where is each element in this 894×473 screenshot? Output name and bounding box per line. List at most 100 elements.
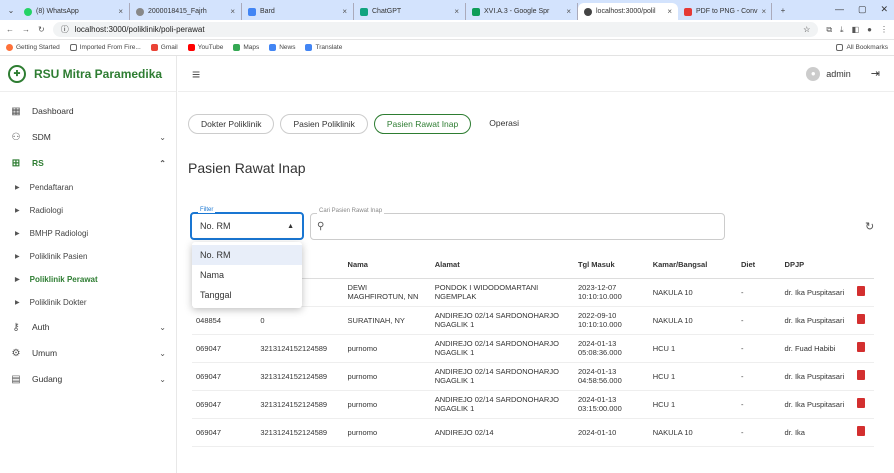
refresh-icon[interactable]: ↻ bbox=[865, 220, 874, 233]
crumb-pasien-poliklinik[interactable]: Pasien Poliklinik bbox=[280, 114, 368, 134]
sidebar-item-sdm[interactable]: ⚇ SDM ⌄ bbox=[0, 124, 176, 150]
filter-option-nama[interactable]: Nama bbox=[192, 265, 302, 285]
main-content: Dokter Poliklinik Pasien Poliklinik Pasi… bbox=[178, 92, 894, 473]
crumb-operasi[interactable]: Operasi bbox=[477, 114, 532, 134]
delete-icon[interactable] bbox=[857, 342, 866, 352]
bookmark-item[interactable]: Gmail bbox=[150, 44, 178, 51]
cell-tgl: 2024-01-13 04:58:56.000 bbox=[573, 362, 649, 391]
all-bookmarks[interactable]: All Bookmarks bbox=[836, 44, 888, 51]
logout-icon[interactable]: ⇥ bbox=[871, 67, 880, 80]
browser-tab-active[interactable]: localhost:3000/polil × bbox=[578, 3, 678, 20]
user-menu[interactable]: ● admin ⇥ bbox=[806, 66, 880, 81]
table-row[interactable]: 069047 3213124152124589 purnomo ANDIREJO 02… bbox=[192, 362, 874, 391]
delete-icon[interactable] bbox=[857, 370, 866, 380]
cell-nama: purnomo bbox=[343, 418, 431, 447]
translate-icon bbox=[305, 44, 313, 51]
profile-icon[interactable]: ● bbox=[867, 25, 872, 34]
sidebar-subitem-label: Poliklinik Pasien bbox=[29, 252, 88, 261]
column-header-diet: Diet bbox=[736, 252, 781, 279]
bookmark-item[interactable]: Translate bbox=[305, 44, 342, 51]
delete-icon[interactable] bbox=[857, 426, 866, 436]
filter-option-tanggal[interactable]: Tanggal bbox=[192, 285, 302, 305]
browser-tab[interactable]: XVI.A.3 - Google Spr × bbox=[466, 3, 578, 20]
close-icon[interactable]: × bbox=[667, 7, 672, 16]
filter-label: Filter bbox=[198, 207, 216, 213]
table-row[interactable]: 069047 3213124152124589 purnomo ANDIREJO 02… bbox=[192, 390, 874, 419]
browser-tab[interactable]: ChatGPT × bbox=[354, 3, 466, 20]
sidebar-item-umum[interactable]: ⚙ Umum ⌄ bbox=[0, 340, 176, 366]
new-tab-icon[interactable]: + bbox=[776, 3, 790, 17]
close-icon[interactable]: × bbox=[342, 7, 347, 16]
sidebar-item-label: RS bbox=[32, 158, 44, 168]
sidebar-item-gudang[interactable]: ▤ Gudang ⌄ bbox=[0, 366, 176, 392]
back-icon[interactable]: ← bbox=[6, 25, 14, 34]
sidebar-item-auth[interactable]: ⚷ Auth ⌄ bbox=[0, 314, 176, 340]
menu-icon[interactable]: ⋮ bbox=[880, 25, 888, 34]
close-icon[interactable]: × bbox=[566, 7, 571, 16]
brand: ✚ RSU Mitra Paramedika bbox=[0, 56, 176, 92]
browser-tab[interactable]: 2000018415_Fajrh × bbox=[130, 3, 242, 20]
search-input[interactable]: Cari Pasien Rawat Inap ⚲ bbox=[310, 208, 725, 240]
close-window-icon[interactable]: ✕ bbox=[880, 4, 888, 15]
delete-icon[interactable] bbox=[857, 314, 866, 324]
filter-select[interactable]: Filter No. RM ▲ bbox=[190, 207, 304, 240]
cell-rm: 048854 bbox=[192, 306, 257, 335]
cell-nik: 0 bbox=[256, 306, 344, 335]
maximize-icon[interactable]: ▢ bbox=[858, 4, 867, 15]
table-row[interactable]: 069047 3213124152124589 purnomo ANDIREJO 02… bbox=[192, 334, 874, 363]
sidebar-subitem-poliklinik-pasien[interactable]: ▶ Poliklinik Pasien bbox=[0, 245, 176, 268]
sidebar-subitem-poliklinik-dokter[interactable]: ▶ Poliklinik Dokter bbox=[0, 291, 176, 314]
delete-cell bbox=[853, 334, 874, 363]
browser-tab[interactable]: PDF to PNG - Conv × bbox=[678, 3, 772, 20]
close-icon[interactable]: × bbox=[761, 7, 766, 16]
close-icon[interactable]: × bbox=[230, 7, 235, 16]
app: ✚ RSU Mitra Paramedika ▦ Dashboard ⚇ SDM ⌄ … bbox=[0, 56, 894, 473]
forward-icon[interactable]: → bbox=[22, 25, 30, 34]
sidepanel-icon[interactable]: ◧ bbox=[852, 25, 860, 34]
chevron-down-icon: ⌄ bbox=[159, 322, 166, 332]
address-bar: ← → ↻ ⓘ localhost:3000/poliklinik/poli-p… bbox=[0, 20, 894, 40]
chevron-down-icon: ⌄ bbox=[159, 348, 166, 358]
minimize-icon[interactable]: — bbox=[835, 4, 844, 15]
chevron-down-icon: ⌄ bbox=[159, 132, 166, 142]
filter-option-no-rm[interactable]: No. RM bbox=[192, 245, 302, 265]
sidebar-subitem-pendaftaran[interactable]: ▶ Pendaftaran bbox=[0, 176, 176, 199]
delete-icon[interactable] bbox=[857, 398, 866, 408]
crumb-pasien-rawat-inap[interactable]: Pasien Rawat Inap bbox=[373, 114, 472, 134]
close-icon[interactable]: × bbox=[454, 7, 459, 16]
hamburger-menu-icon[interactable]: ≡ bbox=[192, 66, 200, 82]
site-info-icon[interactable]: ⓘ bbox=[61, 24, 69, 35]
sidebar-subitem-poliklinik-perawat[interactable]: ▶ Poliklinik Perawat bbox=[0, 268, 176, 291]
sidebar-item-dashboard[interactable]: ▦ Dashboard bbox=[0, 98, 176, 124]
table-row[interactable]: 048854 0 SURATINAH, NY ANDIREJO 02/14 SARDO… bbox=[192, 306, 874, 335]
table-row[interactable]: 069047 3213124152124589 purnomo ANDIREJO 02… bbox=[192, 418, 874, 447]
crumb-dokter-poliklinik[interactable]: Dokter Poliklinik bbox=[188, 114, 275, 134]
delete-icon[interactable] bbox=[857, 286, 866, 296]
browser-tab[interactable]: (8) WhatsApp × bbox=[18, 3, 130, 20]
page-title: Pasien Rawat Inap bbox=[188, 160, 306, 176]
bookmark-item[interactable]: YouTube bbox=[187, 44, 223, 51]
hospital-logo-icon: ✚ bbox=[8, 64, 26, 83]
warehouse-icon: ▤ bbox=[11, 373, 21, 385]
download-icon[interactable]: ⤓ bbox=[840, 25, 844, 35]
tab-label: Bard bbox=[260, 8, 275, 15]
url-field[interactable]: ⓘ localhost:3000/poliklinik/poli-perawat… bbox=[52, 22, 819, 37]
tab-search-icon[interactable]: ⌄ bbox=[4, 3, 18, 17]
reload-icon[interactable]: ↻ bbox=[38, 25, 45, 34]
star-icon[interactable]: ☆ bbox=[803, 25, 810, 34]
extensions-icon[interactable]: ⧉ bbox=[826, 25, 832, 35]
tab-favicon bbox=[248, 7, 256, 16]
bookmark-item[interactable]: Getting Started bbox=[6, 44, 60, 51]
cell-dpjp: dr. Ika bbox=[780, 418, 854, 447]
bookmark-item[interactable]: Maps bbox=[233, 44, 259, 51]
browser-tab[interactable]: Bard × bbox=[242, 3, 354, 20]
sidebar-item-rs[interactable]: ⊞ RS ⌃ bbox=[0, 150, 176, 176]
sidebar-subitem-bmhp-radiologi[interactable]: ▶ BMHP Radiologi bbox=[0, 222, 176, 245]
bookmark-label: Getting Started bbox=[16, 44, 60, 51]
avatar: ● bbox=[806, 66, 821, 81]
sidebar-item-label: SDM bbox=[32, 132, 51, 142]
sidebar-subitem-radiologi[interactable]: ▶ Radiologi bbox=[0, 199, 176, 222]
bookmark-item[interactable]: Imported From Fire... bbox=[69, 44, 141, 51]
bookmark-item[interactable]: News bbox=[269, 44, 295, 51]
close-icon[interactable]: × bbox=[118, 7, 123, 16]
